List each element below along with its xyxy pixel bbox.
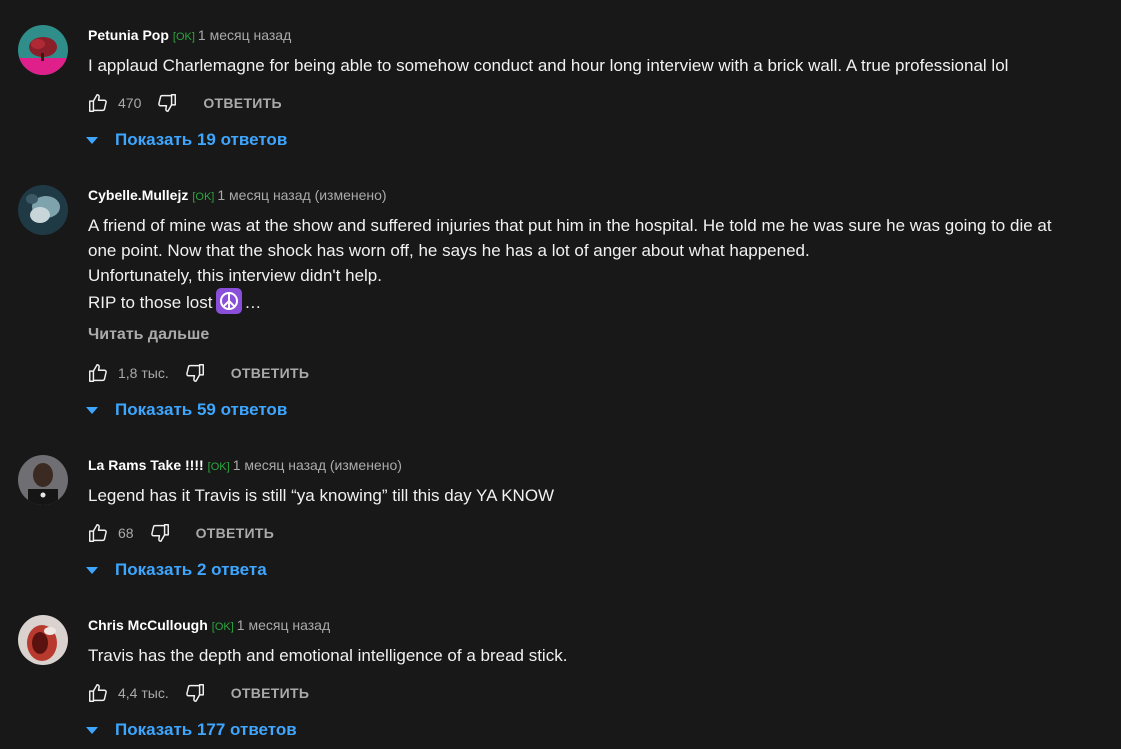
like-count: 1,8 тыс. xyxy=(118,365,169,381)
reply-button[interactable]: ОТВЕТИТЬ xyxy=(231,365,310,381)
show-replies-button[interactable]: Показать 59 ответов xyxy=(86,399,287,421)
comment-actions: 470 ОТВЕТИТЬ xyxy=(86,91,282,115)
thumb-up-icon xyxy=(89,94,107,112)
thumb-up-icon xyxy=(89,524,107,542)
like-button[interactable] xyxy=(86,91,110,115)
avatar[interactable] xyxy=(18,185,68,235)
comment-text: I applaud Charlemagne for being able to … xyxy=(88,53,1098,78)
comment-actions: 4,4 тыс. ОТВЕТИТЬ xyxy=(86,681,309,705)
show-replies-label: Показать 19 ответов xyxy=(115,130,288,149)
thumb-down-icon xyxy=(158,94,177,112)
comment-text-line: one point. Now that the shock has worn o… xyxy=(88,241,810,260)
caret-down-icon xyxy=(86,726,98,734)
like-button[interactable] xyxy=(86,521,110,545)
show-replies-button[interactable]: Показать 2 ответа xyxy=(86,559,267,581)
author-name[interactable]: Chris McCullough xyxy=(88,617,208,633)
reply-button[interactable]: ОТВЕТИТЬ xyxy=(203,95,282,111)
comment-header: La Rams Take !!!! [OK] 1 месяц назад (изме… xyxy=(88,456,402,474)
comment-actions: 68 ОТВЕТИТЬ xyxy=(86,521,274,545)
caret-down-icon xyxy=(86,136,98,144)
comment-text-line: Travis has the depth and emotional intel… xyxy=(88,646,568,665)
show-replies-label: Показать 2 ответа xyxy=(115,560,267,579)
thumb-up-icon xyxy=(89,364,107,382)
comment-text-line: A friend of mine was at the show and suf… xyxy=(88,216,1052,235)
comment-text-line: Legend has it Travis is still “ya knowin… xyxy=(88,486,555,505)
comment-timestamp[interactable]: 1 месяц назад (изменено) xyxy=(233,457,402,473)
reply-button[interactable]: ОТВЕТИТЬ xyxy=(231,685,310,701)
comment-actions: 1,8 тыс. ОТВЕТИТЬ xyxy=(86,361,309,385)
thumb-down-icon xyxy=(185,364,204,382)
like-count: 4,4 тыс. xyxy=(118,685,169,701)
comment-text: A friend of mine was at the show and suf… xyxy=(88,213,1098,315)
avatar[interactable] xyxy=(18,455,68,505)
ok-badge: [OK] xyxy=(192,191,215,203)
thumb-up-icon xyxy=(89,684,107,702)
author-name[interactable]: Cybelle.Mullejz xyxy=(88,187,188,203)
show-replies-label: Показать 177 ответов xyxy=(115,720,297,739)
comment-text-line: I applaud Charlemagne for being able to … xyxy=(88,56,1009,75)
dislike-button[interactable] xyxy=(183,681,207,705)
author-name[interactable]: La Rams Take !!!! xyxy=(88,457,204,473)
ellipsis: … xyxy=(244,293,262,312)
ok-badge: [OK] xyxy=(211,621,234,633)
ok-badge: [OK] xyxy=(207,461,230,473)
show-replies-button[interactable]: Показать 19 ответов xyxy=(86,129,287,151)
comment-header: Chris McCullough [OK] 1 месяц назад xyxy=(88,616,330,634)
like-button[interactable] xyxy=(86,361,110,385)
comment-text-line: RIP to those lost … xyxy=(88,288,1098,315)
thumb-down-icon xyxy=(185,684,204,702)
peace-symbol-emoji xyxy=(216,288,243,314)
ok-badge: [OK] xyxy=(172,31,195,43)
show-replies-label: Показать 59 ответов xyxy=(115,400,288,419)
like-button[interactable] xyxy=(86,681,110,705)
comment-timestamp[interactable]: 1 месяц назад xyxy=(237,617,330,633)
reply-button[interactable]: ОТВЕТИТЬ xyxy=(196,525,275,541)
caret-down-icon xyxy=(86,406,98,414)
thumb-down-icon xyxy=(150,524,169,542)
comment-text-segment: RIP to those lost xyxy=(88,293,213,312)
avatar[interactable] xyxy=(18,615,68,665)
like-count: 68 xyxy=(118,525,134,541)
comment-text: Travis has the depth and emotional intel… xyxy=(88,643,1098,668)
comment-timestamp[interactable]: 1 месяц назад (изменено) xyxy=(217,187,386,203)
comment-timestamp[interactable]: 1 месяц назад xyxy=(198,27,291,43)
read-more-link[interactable]: Читать дальше xyxy=(88,326,209,344)
comment-text-line: Unfortunately, this interview didn't hel… xyxy=(88,266,382,285)
show-replies-button[interactable]: Показать 177 ответов xyxy=(86,719,297,741)
comment-header: Cybelle.Mullejz [OK] 1 месяц назад (измене… xyxy=(88,186,387,204)
dislike-button[interactable] xyxy=(148,521,172,545)
dislike-button[interactable] xyxy=(183,361,207,385)
like-count: 470 xyxy=(118,95,142,111)
caret-down-icon xyxy=(86,566,98,574)
author-name[interactable]: Petunia Pop xyxy=(88,27,169,43)
avatar[interactable] xyxy=(18,25,68,75)
comment-text: Legend has it Travis is still “ya knowin… xyxy=(88,483,1098,508)
dislike-button[interactable] xyxy=(155,91,179,115)
comment-header: Petunia Pop [OK] 1 месяц назад xyxy=(88,26,291,44)
